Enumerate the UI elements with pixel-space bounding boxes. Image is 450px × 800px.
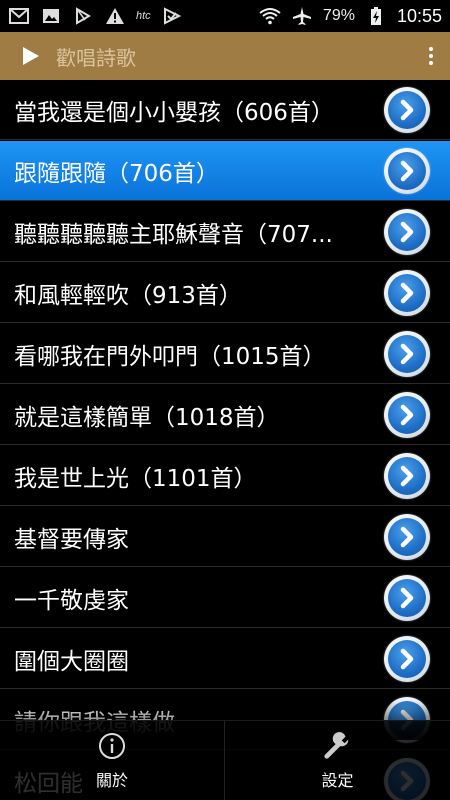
chevron-right-icon xyxy=(388,274,426,312)
song-row[interactable]: 和風輕輕吹（913首） xyxy=(0,263,450,323)
song-title: 看哪我在門外叩門（1015首） xyxy=(14,343,326,370)
app-title: 歡唱詩歌 xyxy=(56,45,136,70)
song-title: 就是這樣簡單（1018首） xyxy=(14,404,280,431)
settings-label: 設定 xyxy=(321,771,354,790)
song-title: 我是世上光（1101首） xyxy=(14,465,257,492)
song-row[interactable]: 當我還是個小小嬰孩（606首） xyxy=(0,80,450,140)
gmail-icon xyxy=(8,6,30,26)
song-row[interactable]: 聽聽聽聽聽主耶穌聲音（707... xyxy=(0,202,450,262)
chevron-right-icon xyxy=(388,457,426,495)
play-icon[interactable] xyxy=(20,45,42,67)
open-song-button[interactable] xyxy=(384,87,430,133)
song-title: 基督要傳家 xyxy=(14,526,129,553)
song-title: 和風輕輕吹（913首） xyxy=(14,282,242,309)
chevron-right-icon xyxy=(388,518,426,556)
airplane-mode-icon xyxy=(291,6,313,26)
chevron-right-icon xyxy=(388,396,426,434)
open-song-button[interactable] xyxy=(384,331,430,377)
htc-icon: htc xyxy=(136,10,151,22)
open-song-button[interactable] xyxy=(384,453,430,499)
open-song-button[interactable] xyxy=(384,270,430,316)
info-icon xyxy=(97,731,127,761)
screen: htc 79% 10:55 歡唱詩歌 當我還是個小小嬰孩（606首） 跟隨跟隨（… xyxy=(0,0,450,800)
overflow-dot-icon xyxy=(429,47,433,51)
open-song-button[interactable] xyxy=(384,575,430,621)
open-song-button[interactable] xyxy=(384,209,430,255)
song-row[interactable]: 就是這樣簡單（1018首） xyxy=(0,385,450,445)
chevron-right-icon xyxy=(388,640,426,678)
app-bar: 歡唱詩歌 xyxy=(0,32,450,80)
overflow-menu-button[interactable] xyxy=(424,42,438,70)
song-row[interactable]: 跟隨跟隨（706首） xyxy=(0,141,450,201)
about-label: 關於 xyxy=(95,771,128,790)
song-row[interactable]: 一千敬虔家 xyxy=(0,568,450,628)
song-title: 當我還是個小小嬰孩（606首） xyxy=(14,99,334,126)
chevron-right-icon xyxy=(388,213,426,251)
song-row[interactable]: 看哪我在門外叩門（1015首） xyxy=(0,324,450,384)
song-list[interactable]: 當我還是個小小嬰孩（606首） 跟隨跟隨（706首） 聽聽聽聽聽主耶穌聲音（707.… xyxy=(0,80,450,800)
open-song-button[interactable] xyxy=(384,636,430,682)
song-title: 圍個大圈圈 xyxy=(14,648,129,675)
overflow-dot-icon xyxy=(429,61,433,65)
battery-charging-icon xyxy=(365,6,387,26)
check-icon xyxy=(161,6,183,26)
clock: 10:55 xyxy=(396,5,442,26)
status-bar: htc 79% 10:55 xyxy=(0,0,450,32)
about-button[interactable]: 關於 xyxy=(0,721,225,800)
song-row[interactable]: 基督要傳家 xyxy=(0,507,450,567)
battery-percent: 79% xyxy=(322,7,355,24)
song-row[interactable]: 圍個大圈圈 xyxy=(0,629,450,689)
song-title: 聽聽聽聽聽主耶穌聲音（707... xyxy=(14,221,333,248)
chevron-right-icon xyxy=(388,579,426,617)
image-icon xyxy=(40,6,62,26)
status-left-icons: htc xyxy=(8,6,183,26)
play-store-icon xyxy=(72,6,94,26)
overflow-dot-icon xyxy=(429,54,433,58)
wrench-icon xyxy=(323,731,353,761)
status-right-icons: 79% 10:55 xyxy=(259,6,442,27)
song-title: 跟隨跟隨（706首） xyxy=(14,160,219,187)
open-song-button[interactable] xyxy=(384,514,430,560)
bottom-bar: 關於 設定 xyxy=(0,720,450,800)
song-row[interactable]: 我是世上光（1101首） xyxy=(0,446,450,506)
warning-icon xyxy=(104,6,126,26)
chevron-right-icon xyxy=(388,152,426,190)
song-title: 一千敬虔家 xyxy=(14,587,129,614)
open-song-button[interactable] xyxy=(384,392,430,438)
wifi-icon xyxy=(259,6,281,26)
settings-button[interactable]: 設定 xyxy=(225,721,450,800)
open-song-button[interactable] xyxy=(384,148,430,194)
chevron-right-icon xyxy=(388,91,426,129)
chevron-right-icon xyxy=(388,335,426,373)
